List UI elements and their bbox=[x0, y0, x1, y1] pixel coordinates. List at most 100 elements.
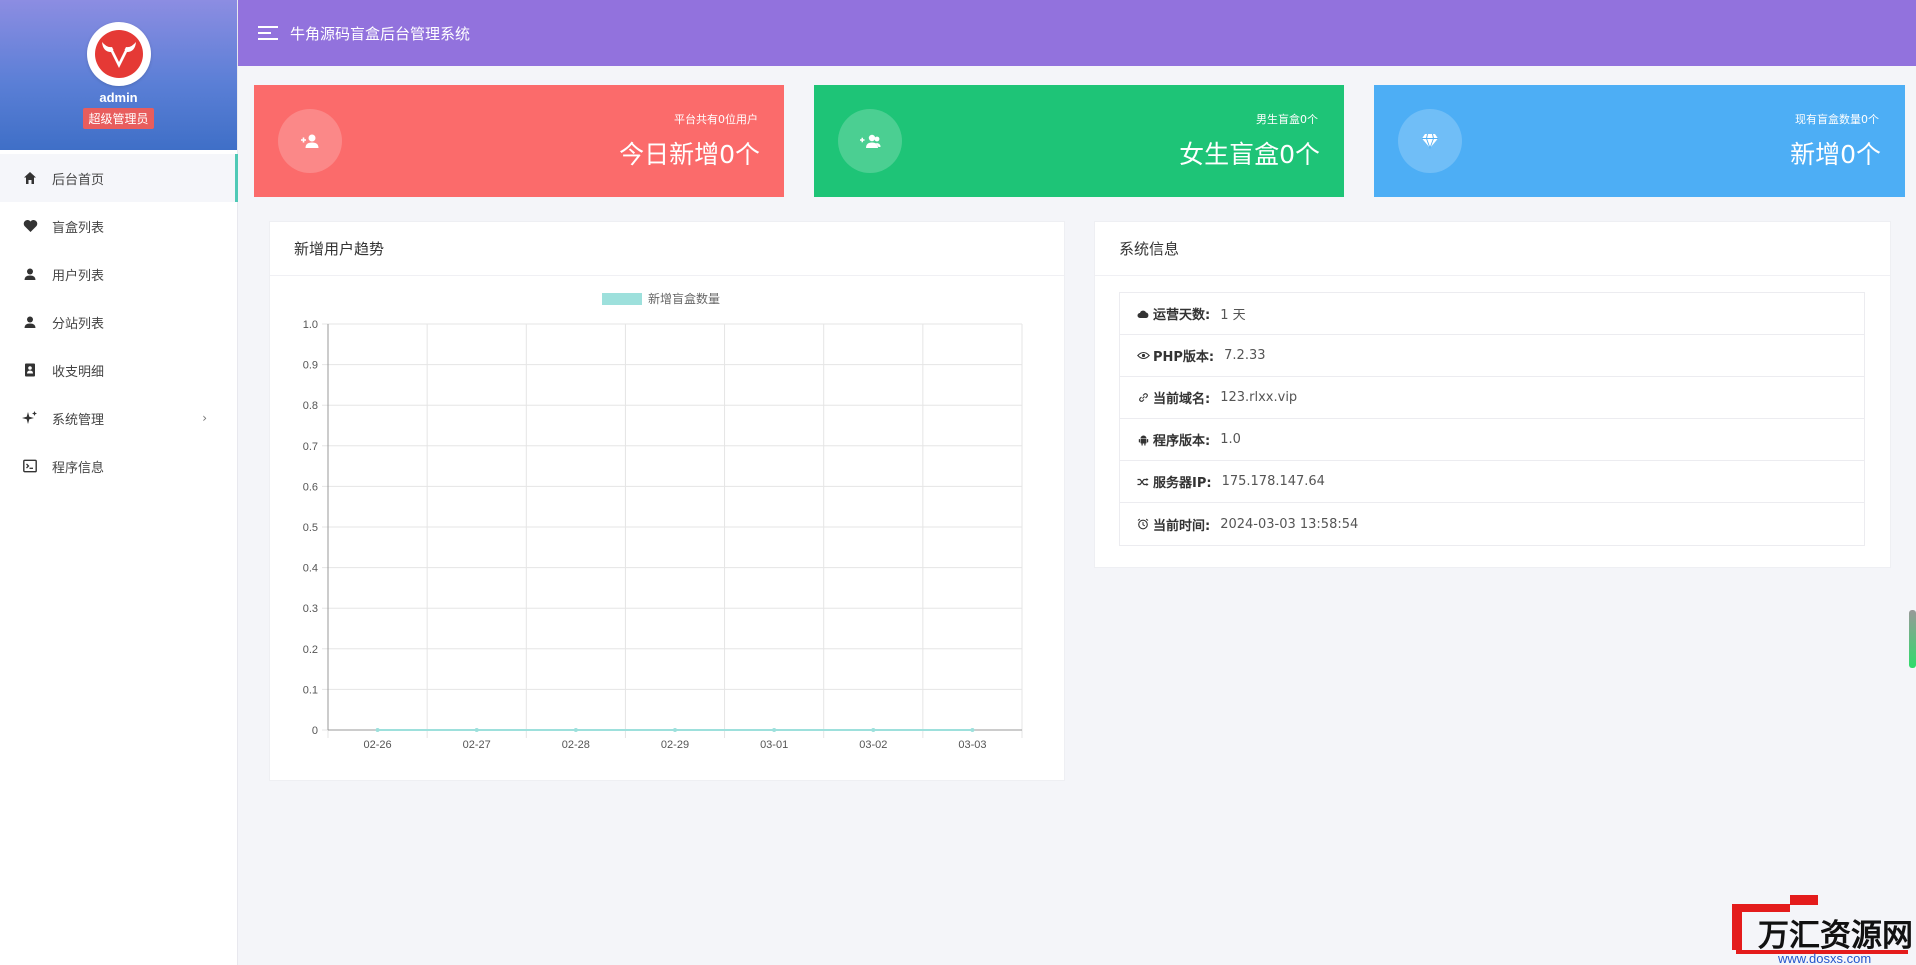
data-point bbox=[772, 728, 777, 732]
sidebar-menu: 后台首页 盲盒列表 用户列表 分站列表 收支明细 系统管理 › 程序信息 bbox=[0, 150, 238, 490]
info-row-program-version: 程序版本: 1.0 bbox=[1120, 419, 1864, 461]
info-row-php-version: PHP版本: 7.2.33 bbox=[1120, 335, 1864, 377]
stat-card-boxes-gender: 男生盲盒0个 女生盲盒0个 bbox=[814, 85, 1344, 197]
stat-value: 女生盲盒0个 bbox=[1179, 140, 1320, 169]
legend-label: 新增盲盒数量 bbox=[648, 291, 720, 306]
link-icon bbox=[1136, 391, 1150, 405]
data-point bbox=[871, 728, 876, 732]
info-key: 服务器IP: bbox=[1153, 476, 1212, 491]
sidebar-header: admin 超级管理员 bbox=[0, 0, 237, 150]
eye-icon bbox=[1136, 349, 1150, 363]
panel-title: 系统信息 bbox=[1095, 222, 1890, 276]
info-value: 1 天 bbox=[1220, 308, 1246, 323]
info-value: 123.rlxx.vip bbox=[1220, 390, 1298, 405]
shuffle-icon bbox=[1136, 475, 1150, 489]
info-row-domain: 当前域名: 123.rlxx.vip bbox=[1120, 377, 1864, 419]
sparkle-icon bbox=[22, 410, 38, 426]
sidebar: admin 超级管理员 后台首页 盲盒列表 用户列表 分站列表 收支明细 系统管… bbox=[0, 0, 238, 965]
data-point bbox=[970, 728, 975, 732]
info-key: 当前域名: bbox=[1153, 392, 1211, 407]
stat-value: 今日新增0个 bbox=[619, 140, 760, 169]
y-tick-label: 0 bbox=[312, 725, 318, 737]
stat-caption: 男生盲盒0个 bbox=[1256, 113, 1318, 126]
sidebar-item-label: 程序信息 bbox=[52, 460, 105, 476]
info-key: 程序版本: bbox=[1153, 434, 1211, 449]
info-value: 1.0 bbox=[1220, 432, 1241, 447]
watermark-logo-icon: 万汇资源网 www.dosxs.com bbox=[1732, 895, 1913, 965]
sidebar-item-system-management[interactable]: 系统管理 › bbox=[0, 394, 237, 442]
y-tick-label: 0.6 bbox=[303, 481, 318, 493]
sidebar-item-label: 收支明细 bbox=[52, 364, 105, 380]
sidebar-item-blindbox-list[interactable]: 盲盒列表 bbox=[0, 202, 237, 250]
info-key: 运营天数: bbox=[1153, 308, 1211, 323]
y-tick-label: 1.0 bbox=[303, 319, 318, 331]
data-point bbox=[375, 728, 380, 732]
x-tick-label: 02-27 bbox=[463, 739, 491, 751]
android-icon bbox=[1136, 433, 1150, 447]
x-tick-label: 03-03 bbox=[958, 739, 986, 751]
top-bar: 牛角源码盲盒后台管理系统 bbox=[238, 0, 1916, 66]
y-tick-label: 0.2 bbox=[303, 644, 318, 656]
contact-book-icon bbox=[22, 362, 38, 378]
stat-card-users: 平台共有0位用户 今日新增0个 bbox=[254, 85, 784, 197]
y-tick-label: 0.3 bbox=[303, 603, 318, 615]
data-point bbox=[474, 728, 479, 732]
user-trend-panel: 新增用户趋势 1.0 0.9 0.8 0.7 0.6 0.5 0.4 0.3 0.2 0.1 0 02… bbox=[269, 221, 1065, 781]
y-tick-label: 0.8 bbox=[303, 400, 318, 412]
sidebar-username: admin bbox=[99, 90, 138, 105]
stat-value: 新增0个 bbox=[1790, 140, 1881, 169]
info-row-current-time: 当前时间: 2024-03-03 13:58:54 bbox=[1120, 503, 1864, 545]
sidebar-item-user-list[interactable]: 用户列表 bbox=[0, 250, 237, 298]
watermark-url: www.dosxs.com bbox=[1777, 951, 1871, 965]
y-tick-label: 0.5 bbox=[303, 522, 318, 534]
stat-caption: 平台共有0位用户 bbox=[674, 113, 758, 126]
info-row-server-ip: 服务器IP: 175.178.147.64 bbox=[1120, 461, 1864, 503]
user-icon bbox=[22, 266, 38, 282]
role-badge: 超级管理员 bbox=[83, 108, 154, 129]
sidebar-item-program-info[interactable]: 程序信息 bbox=[0, 442, 237, 490]
info-value: 2024-03-03 13:58:54 bbox=[1220, 516, 1359, 532]
y-tick-label: 0.9 bbox=[303, 360, 318, 372]
user-trend-chart: 1.0 0.9 0.8 0.7 0.6 0.5 0.4 0.3 0.2 0.1 0 02-26 02-2… bbox=[303, 291, 1023, 751]
user-plus-icon bbox=[278, 109, 342, 173]
system-info-panel: 系统信息 运营天数: 1 天 PHP版本: 7.2.33 当前域名: 123.r… bbox=[1094, 221, 1891, 568]
sidebar-item-label: 后台首页 bbox=[52, 172, 105, 188]
x-tick-label: 03-02 bbox=[859, 739, 887, 751]
x-tick-label: 03-01 bbox=[760, 739, 788, 751]
x-tick-label: 02-29 bbox=[661, 739, 689, 751]
y-tick-label: 0.4 bbox=[303, 563, 318, 575]
sidebar-item-label: 盲盒列表 bbox=[52, 220, 105, 236]
info-row-uptime: 运营天数: 1 天 bbox=[1120, 293, 1864, 335]
data-point bbox=[573, 728, 578, 732]
menu-toggle-icon[interactable] bbox=[258, 26, 278, 40]
chevron-right-icon: › bbox=[202, 411, 207, 425]
page-scrollbar[interactable] bbox=[1909, 610, 1916, 668]
info-value: 7.2.33 bbox=[1224, 348, 1266, 363]
terminal-icon bbox=[22, 458, 38, 474]
stat-caption: 现有盲盒数量0个 bbox=[1795, 113, 1879, 126]
info-key: PHP版本: bbox=[1153, 350, 1215, 365]
user-icon bbox=[22, 314, 38, 330]
y-tick-label: 0.7 bbox=[303, 441, 318, 453]
panel-title: 新增用户趋势 bbox=[270, 222, 1064, 276]
sidebar-item-label: 用户列表 bbox=[52, 268, 105, 284]
heart-icon bbox=[22, 218, 38, 234]
app-title: 牛角源码盲盒后台管理系统 bbox=[290, 24, 471, 43]
info-key: 当前时间: bbox=[1153, 518, 1211, 534]
sidebar-item-substation-list[interactable]: 分站列表 bbox=[0, 298, 237, 346]
alarm-icon bbox=[1136, 517, 1150, 531]
sidebar-item-finance[interactable]: 收支明细 bbox=[0, 346, 237, 394]
bull-logo-icon bbox=[86, 22, 151, 86]
sidebar-item-label: 系统管理 bbox=[52, 412, 105, 428]
site-watermark: 万汇资源网 www.dosxs.com bbox=[1728, 888, 1916, 965]
diamond-icon bbox=[1398, 109, 1462, 173]
data-point bbox=[673, 728, 677, 732]
sidebar-item-home[interactable]: 后台首页 bbox=[0, 154, 238, 202]
x-tick-label: 02-28 bbox=[562, 739, 590, 751]
sidebar-item-label: 分站列表 bbox=[52, 316, 105, 332]
cloud-icon bbox=[1136, 307, 1150, 321]
legend-swatch bbox=[602, 293, 642, 305]
y-tick-label: 0.1 bbox=[303, 684, 318, 696]
users-icon bbox=[838, 109, 902, 173]
info-value: 175.178.147.64 bbox=[1221, 474, 1325, 489]
